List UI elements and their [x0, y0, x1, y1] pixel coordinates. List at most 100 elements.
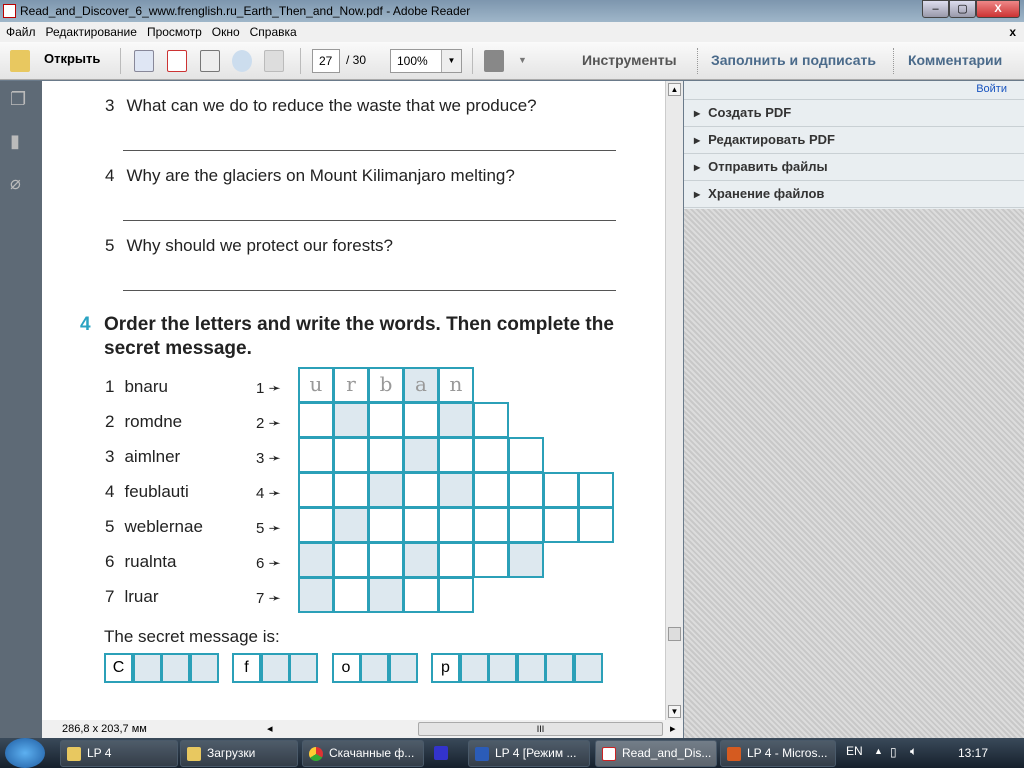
- secret-message-box[interactable]: [260, 653, 290, 683]
- crossword-cell[interactable]: r: [333, 367, 369, 403]
- close-button[interactable]: X: [976, 0, 1020, 18]
- crossword-cell[interactable]: [333, 402, 369, 438]
- menu-help[interactable]: Справка: [250, 22, 297, 42]
- crossword-cell[interactable]: [403, 402, 439, 438]
- taskbar-app[interactable]: [428, 740, 464, 767]
- upload-cloud-icon[interactable]: [232, 50, 252, 72]
- scroll-thumb[interactable]: [668, 627, 681, 641]
- taskbar-word[interactable]: LP 4 [Режим ...: [468, 740, 590, 767]
- zoom-select[interactable]: 100% ▼: [390, 49, 462, 73]
- create-pdf-section[interactable]: ▶ Создать PDF: [684, 99, 1024, 125]
- crossword-cell[interactable]: [368, 472, 404, 508]
- crossword-cell[interactable]: [298, 507, 334, 543]
- crossword-cell[interactable]: u: [298, 367, 334, 403]
- menu-file[interactable]: Файл: [6, 22, 36, 42]
- secret-message-box[interactable]: o: [331, 653, 361, 683]
- horizontal-scroll-thumb[interactable]: III: [418, 722, 663, 736]
- crossword-cell[interactable]: [473, 402, 509, 438]
- page-number-input[interactable]: 27: [312, 49, 340, 73]
- crossword-cell[interactable]: [473, 507, 509, 543]
- crossword-cell[interactable]: [543, 507, 579, 543]
- crossword-cell[interactable]: [473, 437, 509, 473]
- show-hidden-icons[interactable]: ▲: [874, 746, 883, 756]
- bookmark-icon[interactable]: ▮: [10, 131, 30, 153]
- secret-message-box[interactable]: [189, 653, 219, 683]
- crossword-cell[interactable]: [508, 507, 544, 543]
- send-files-section[interactable]: ▶ Отправить файлы: [684, 153, 1024, 179]
- secret-message-box[interactable]: [132, 653, 162, 683]
- volume-icon[interactable]: 🔈︎: [910, 744, 917, 759]
- scroll-right-button[interactable]: ▸: [670, 720, 676, 738]
- start-button[interactable]: [5, 738, 45, 768]
- crossword-cell[interactable]: [403, 577, 439, 613]
- secret-message-box[interactable]: [573, 653, 603, 683]
- edit-pdf-section[interactable]: ▶ Редактировать PDF: [684, 126, 1024, 152]
- clock[interactable]: 13:17: [958, 746, 988, 760]
- crossword-cell[interactable]: [298, 402, 334, 438]
- attachment-icon[interactable]: ⌀: [10, 173, 30, 195]
- menu-window[interactable]: Окно: [212, 22, 240, 42]
- scroll-down-button[interactable]: ▼: [668, 705, 681, 718]
- crossword-cell[interactable]: [298, 472, 334, 508]
- crossword-cell[interactable]: [438, 542, 474, 578]
- save-icon[interactable]: [264, 50, 284, 72]
- toolbar-overflow-icon[interactable]: ▼: [518, 55, 527, 65]
- crossword-cell[interactable]: [438, 472, 474, 508]
- secret-message-box[interactable]: [388, 653, 418, 683]
- secret-message-box[interactable]: [289, 653, 318, 683]
- crossword-cell[interactable]: [508, 437, 544, 473]
- tools-tab[interactable]: Инструменты: [582, 52, 677, 68]
- taskbar-chrome[interactable]: Скачанные ф...: [302, 740, 424, 767]
- crossword-cell[interactable]: [368, 577, 404, 613]
- crossword-cell[interactable]: [368, 402, 404, 438]
- crossword-cell[interactable]: [333, 472, 369, 508]
- secret-message-box[interactable]: [360, 653, 389, 683]
- crossword-cell[interactable]: [298, 577, 334, 613]
- folder-icon[interactable]: [10, 50, 30, 72]
- crossword-cell[interactable]: [438, 437, 474, 473]
- chevron-down-icon[interactable]: ▼: [441, 50, 461, 72]
- taskbar-powerpoint[interactable]: LP 4 - Micros...: [720, 740, 836, 767]
- crossword-cell[interactable]: [473, 542, 509, 578]
- vertical-scrollbar[interactable]: ▲ ▼: [665, 81, 683, 720]
- network-icon[interactable]: ▯: [890, 745, 897, 759]
- crossword-cell[interactable]: [403, 542, 439, 578]
- crossword-cell[interactable]: [368, 507, 404, 543]
- crossword-cell[interactable]: [403, 472, 439, 508]
- crossword-cell[interactable]: a: [403, 367, 439, 403]
- scroll-up-button[interactable]: ▲: [668, 83, 681, 96]
- crossword-cell[interactable]: [333, 507, 369, 543]
- menu-view[interactable]: Просмотр: [147, 22, 202, 42]
- crossword-cell[interactable]: [508, 542, 544, 578]
- create-pdf-icon[interactable]: [134, 50, 154, 72]
- menu-edit[interactable]: Редактирование: [46, 22, 137, 42]
- open-button[interactable]: Открыть: [44, 51, 100, 66]
- secret-message-box[interactable]: [161, 653, 190, 683]
- secret-message-box[interactable]: p: [431, 653, 460, 683]
- crossword-cell[interactable]: [333, 542, 369, 578]
- secret-message-box[interactable]: C: [104, 653, 133, 683]
- crossword-cell[interactable]: [403, 437, 439, 473]
- secret-message-box[interactable]: [488, 653, 517, 683]
- language-indicator[interactable]: EN: [846, 744, 863, 758]
- crossword-cell[interactable]: [578, 472, 614, 508]
- crossword-cell[interactable]: [298, 437, 334, 473]
- secret-message-box[interactable]: [516, 653, 546, 683]
- crossword-cell[interactable]: [578, 507, 614, 543]
- crossword-cell[interactable]: [333, 577, 369, 613]
- secret-message-box[interactable]: [545, 653, 574, 683]
- fill-sign-tab[interactable]: Заполнить и подписать: [711, 52, 876, 68]
- crossword-cell[interactable]: [298, 542, 334, 578]
- file-storage-section[interactable]: ▶ Хранение файлов: [684, 180, 1024, 208]
- pages-icon[interactable]: ❐: [10, 89, 30, 111]
- close-document-button[interactable]: x: [1009, 22, 1016, 42]
- fullscreen-icon[interactable]: [484, 50, 504, 72]
- crossword-cell[interactable]: [508, 472, 544, 508]
- scroll-left-button[interactable]: ◂: [267, 720, 273, 738]
- crossword-cell[interactable]: [438, 577, 474, 613]
- export-pdf-icon[interactable]: [167, 50, 187, 72]
- taskbar-adobe-reader[interactable]: Read_and_Dis...: [595, 740, 717, 767]
- edit-icon[interactable]: [200, 50, 220, 72]
- crossword-cell[interactable]: [403, 507, 439, 543]
- secret-message-box[interactable]: f: [232, 653, 261, 683]
